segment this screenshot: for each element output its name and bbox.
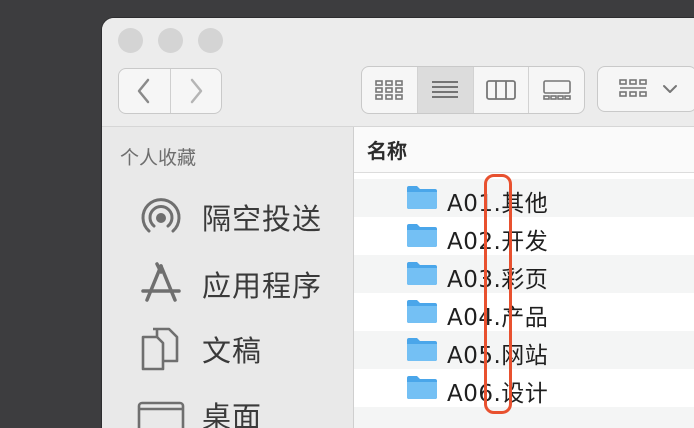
folder-icon xyxy=(407,186,437,209)
file-row[interactable]: A06.设计 xyxy=(354,369,694,407)
file-row[interactable]: A04.产品 xyxy=(354,293,694,331)
folder-icon xyxy=(407,262,437,285)
folder-icon xyxy=(407,300,437,323)
sidebar-item-documents[interactable]: 文稿 xyxy=(136,324,262,374)
sidebar-item-desktop[interactable]: 桌面 xyxy=(136,390,262,428)
column-view-icon xyxy=(485,80,516,100)
sidebar-item-applications[interactable]: 应用程序 xyxy=(136,259,322,309)
list-view-icon xyxy=(432,81,459,98)
grid-view-icon xyxy=(375,80,404,100)
file-row[interactable]: A01.其他 xyxy=(354,179,694,217)
sidebar-favorites-heading: 个人收藏 xyxy=(120,147,197,169)
finder-window: 个人收藏 隔空投送 应用程序 文稿 桌面 名称 A01.其他 A02.开发 A0… xyxy=(102,18,694,428)
navigation-buttons xyxy=(118,68,222,114)
group-by-button[interactable] xyxy=(597,66,694,112)
applications-icon xyxy=(136,259,186,309)
chevron-left-icon xyxy=(138,78,150,104)
folder-icon xyxy=(407,224,437,247)
toolbar xyxy=(102,18,694,127)
column-view-button[interactable] xyxy=(472,67,529,113)
group-grid-icon xyxy=(619,79,647,97)
sidebar-item-label: 文稿 xyxy=(202,334,263,368)
minimize-window-button[interactable] xyxy=(158,28,183,53)
highlight-annotation-box xyxy=(484,174,512,414)
view-mode-selector xyxy=(361,66,585,114)
sidebar-item-label: 应用程序 xyxy=(202,269,323,303)
folder-icon xyxy=(407,376,437,399)
sidebar-item-label: 隔空投送 xyxy=(202,202,323,236)
file-row[interactable]: A03.彩页 xyxy=(354,255,694,293)
airdrop-icon xyxy=(136,192,186,242)
list-view-button[interactable] xyxy=(416,67,473,113)
forward-button[interactable] xyxy=(169,69,222,113)
gallery-view-icon xyxy=(542,80,571,100)
close-window-button[interactable] xyxy=(118,28,143,53)
name-column-header[interactable]: 名称 xyxy=(354,127,694,173)
sidebar-item-airdrop[interactable]: 隔空投送 xyxy=(136,192,322,242)
back-button[interactable] xyxy=(119,69,170,113)
desktop-icon xyxy=(136,390,186,428)
sidebar-item-label: 桌面 xyxy=(202,400,263,428)
chevron-right-icon xyxy=(190,78,202,104)
documents-icon xyxy=(136,324,186,374)
zoom-window-button[interactable] xyxy=(198,28,223,53)
sidebar: 个人收藏 隔空投送 应用程序 文稿 桌面 xyxy=(102,127,353,428)
column-header-label: 名称 xyxy=(367,139,407,163)
folder-icon xyxy=(407,338,437,361)
file-row[interactable]: A02.开发 xyxy=(354,217,694,255)
icon-view-button[interactable] xyxy=(362,67,417,113)
gallery-view-button[interactable] xyxy=(528,67,584,113)
chevron-down-icon xyxy=(663,85,677,93)
file-row[interactable]: A05.网站 xyxy=(354,331,694,369)
file-row xyxy=(354,407,694,428)
file-list: 名称 A01.其他 A02.开发 A03.彩页 A04.产品 A05.网站 A0… xyxy=(354,127,694,428)
